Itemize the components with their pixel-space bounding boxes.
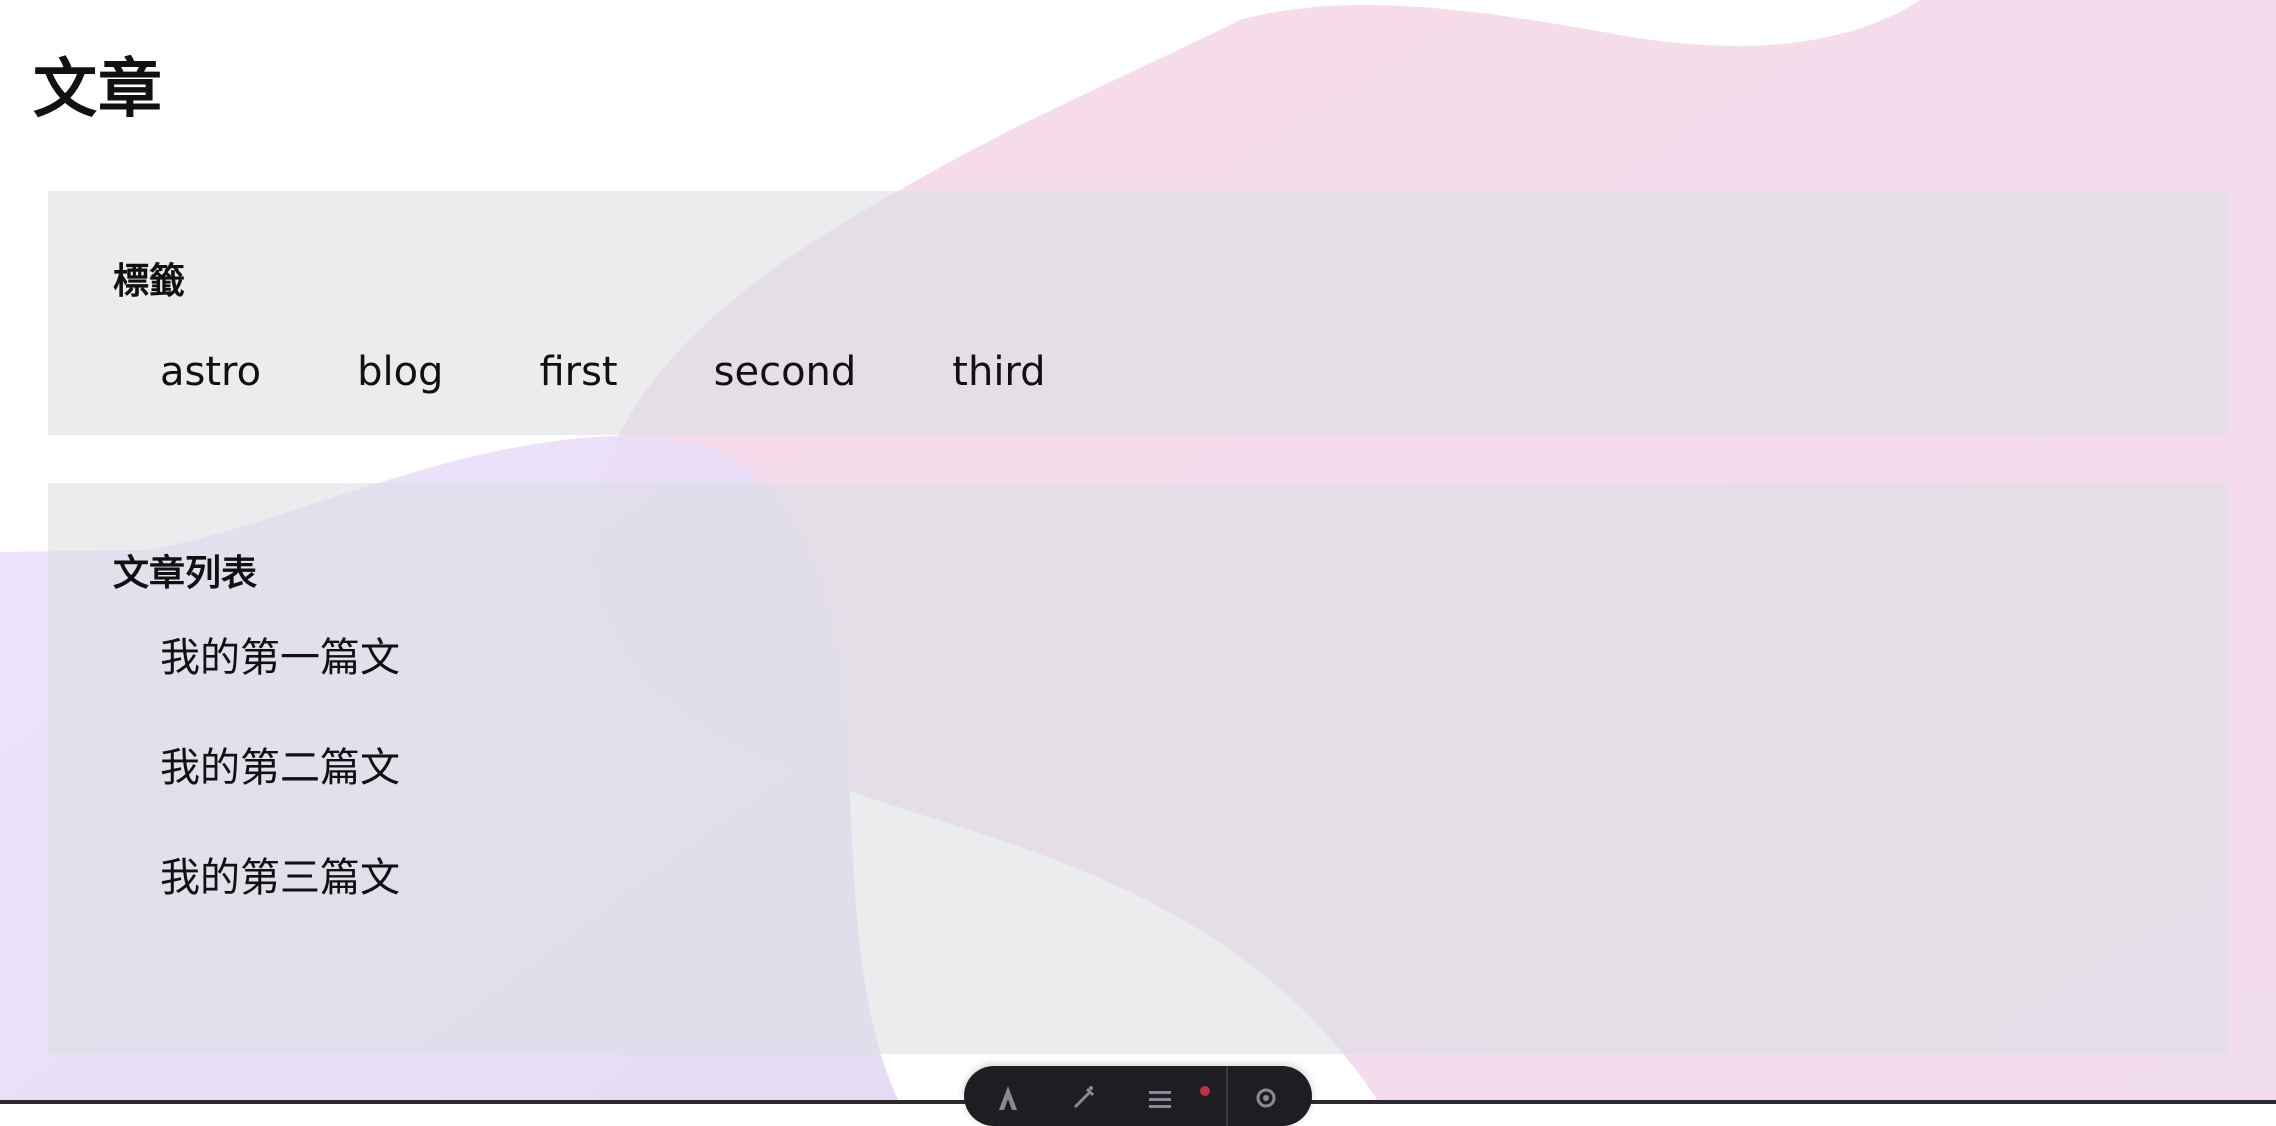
tag-item: second (714, 347, 953, 397)
list-item: 我的第一篇文 (160, 633, 400, 683)
posts-heading: 文章列表 (113, 553, 258, 594)
post-link-3[interactable]: 我的第三篇文 (160, 853, 400, 903)
post-link-1[interactable]: 我的第一篇文 (160, 633, 400, 683)
tag-link-first[interactable]: first (539, 349, 617, 395)
toolbar-divider (1226, 1066, 1228, 1126)
list-item: 我的第二篇文 (160, 743, 400, 793)
page: 文章 標籤 astro blog first second third 文章列表… (0, 0, 2276, 1104)
posts-panel: 文章列表 我的第一篇文 我的第二篇文 我的第三篇文 (48, 483, 2228, 1054)
tag-list: astro blog first second third (160, 347, 1142, 397)
tag-link-astro[interactable]: astro (160, 349, 261, 395)
inspect-icon[interactable] (1062, 1076, 1106, 1120)
tag-link-blog[interactable]: blog (357, 349, 443, 395)
tag-item: first (539, 347, 713, 397)
dev-toolbar (964, 1066, 1312, 1126)
settings-icon[interactable] (1244, 1076, 1288, 1120)
tag-link-second[interactable]: second (714, 349, 857, 395)
tag-item: blog (357, 347, 539, 397)
list-item: 我的第三篇文 (160, 853, 400, 903)
tags-heading: 標籤 (113, 261, 186, 302)
tag-link-third[interactable]: third (952, 349, 1045, 395)
tag-item: third (952, 347, 1141, 397)
tag-item: astro (160, 347, 357, 397)
page-title: 文章 (33, 53, 163, 127)
astro-logo-icon[interactable] (986, 1076, 1030, 1120)
post-list: 我的第一篇文 我的第二篇文 我的第三篇文 (160, 633, 400, 963)
tags-panel: 標籤 astro blog first second third (48, 191, 2228, 435)
post-link-2[interactable]: 我的第二篇文 (160, 743, 400, 793)
notification-dot (1200, 1086, 1210, 1096)
menu-icon[interactable] (1138, 1076, 1182, 1120)
